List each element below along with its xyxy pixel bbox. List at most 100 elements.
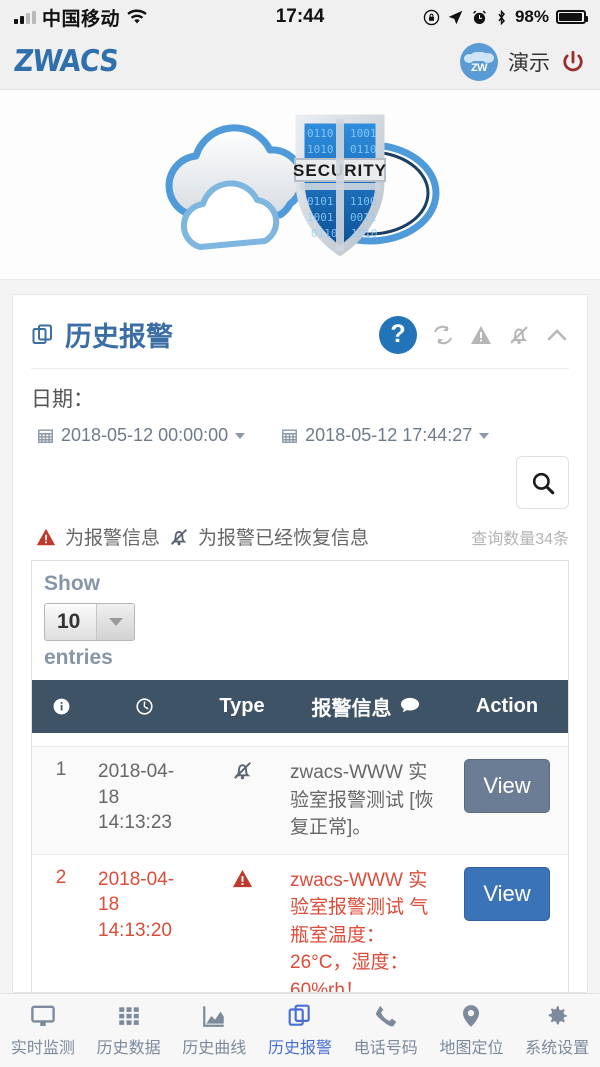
page-size-value: 10	[57, 610, 81, 634]
bell-slash-icon[interactable]	[507, 323, 531, 347]
chart-area-icon	[203, 1006, 225, 1027]
location-arrow-icon	[448, 10, 463, 24]
view-button[interactable]: View	[464, 866, 550, 921]
row-date: 2018-04-18	[98, 868, 175, 916]
row-message: zwacs-WWW 实验室报警测试 气瓶室温度：26°C，湿度：60%rh！	[286, 854, 446, 992]
phone-icon	[375, 1005, 397, 1027]
tab-label: 系统设置	[525, 1040, 590, 1057]
row-type	[198, 746, 286, 855]
power-icon[interactable]	[560, 49, 586, 75]
tab-label: 地图定位	[439, 1040, 504, 1057]
date-start-picker[interactable]: 2018-05-12 00:00:00	[37, 425, 246, 446]
tab-realtime-monitor[interactable]: 实时监测	[0, 1003, 86, 1058]
table-row[interactable]: 1 2018-04-18 14:13:23 zwacs-WWW 实验室报警测试 …	[32, 746, 568, 855]
tab-label: 历史报警	[268, 1040, 333, 1057]
table-head: Type 报警信息 Action	[32, 679, 568, 733]
alarm-table-element: Type 报警信息 Action 1 2018-04-18 14:13:23 z…	[32, 679, 568, 992]
svg-text:1001: 1001	[350, 127, 377, 140]
table-body: 1 2018-04-18 14:13:23 zwacs-WWW 实验室报警测试 …	[32, 732, 568, 992]
col-id[interactable]	[32, 679, 90, 733]
filter-panel: 日期： 2018-05-12 00:00:00 2018-05-12 17:44…	[13, 369, 587, 446]
status-right: 98%	[423, 7, 588, 27]
phone-screen: 中国移动 17:44 98% ZWACS ZW 演示 0110 1001 101…	[0, 0, 600, 1067]
col-time[interactable]	[90, 679, 198, 733]
gear-icon	[548, 1006, 567, 1025]
col-action[interactable]: Action	[446, 679, 568, 733]
date-end-picker[interactable]: 2018-05-12 17:44:27	[281, 425, 490, 446]
legend-recovered-label: 为报警已经恢复信息	[198, 528, 370, 549]
wifi-icon	[127, 9, 147, 24]
tab-history-alarm[interactable]: 历史报警	[257, 1003, 343, 1058]
copy-icon	[32, 324, 52, 344]
avatar[interactable]: ZW	[460, 42, 498, 81]
help-button[interactable]: ?	[379, 315, 417, 354]
row-clock: 14:13:23	[98, 812, 172, 834]
tab-history-curve[interactable]: 历史曲线	[171, 1003, 257, 1058]
tab-phone-number[interactable]: 电话号码	[343, 1003, 429, 1058]
battery-percent: 98%	[514, 7, 549, 26]
svg-text:0110: 0110	[311, 227, 338, 240]
tab-label: 实时监测	[10, 1040, 75, 1057]
svg-text:0101: 0101	[307, 195, 334, 208]
show-label: Show	[44, 572, 100, 595]
svg-text:0011: 0011	[350, 211, 377, 224]
refresh-icon[interactable]	[431, 323, 455, 347]
cloud-security-image: 0110 1001 1010 0110 0101 1100 1001 0011 0110…	[165, 114, 440, 256]
date-start-value: 2018-05-12 00:00:00	[61, 425, 229, 445]
bluetooth-icon	[498, 9, 505, 25]
svg-text:0110: 0110	[350, 143, 377, 156]
table-row[interactable]: 2 2018-04-18 14:13:20 zwacs-WWW 实验室报警测试 …	[32, 854, 568, 992]
tab-history-data[interactable]: 历史数据	[86, 1003, 172, 1058]
bell-slash-icon	[233, 762, 251, 780]
clock-icon	[135, 698, 153, 715]
row-clock: 14:13:20	[98, 919, 172, 941]
warning-triangle-icon	[232, 869, 252, 887]
app-header: ZWACS ZW 演示	[0, 34, 600, 90]
comment-icon	[400, 697, 419, 713]
app-header-right: ZW 演示	[460, 42, 586, 81]
tab-label: 历史数据	[96, 1040, 161, 1057]
hero-banner: 0110 1001 1010 0110 0101 1100 1001 0011 0110…	[0, 90, 600, 280]
search-icon	[532, 472, 554, 494]
chevron-up-icon[interactable]	[545, 323, 569, 347]
signal-strength-icon	[14, 10, 36, 24]
date-filter-label: 日期：	[31, 388, 94, 411]
chevron-down-icon[interactable]	[96, 604, 135, 641]
tab-system-settings[interactable]: 系统设置	[514, 1003, 600, 1058]
col-type[interactable]: Type	[198, 679, 286, 733]
carrier-label: 中国移动	[42, 8, 121, 30]
date-range-row: 2018-05-12 00:00:00 2018-05-12 17:44:27	[31, 425, 569, 446]
history-alarm-card: 历史报警 ? 日期： 2018-05-12 00:00:00 2018-05-1…	[12, 294, 588, 993]
legend: 为报警信息 为报警已经恢复信息 查询数量34条	[13, 509, 587, 560]
bell-slash-icon	[171, 528, 187, 545]
table-header-row: Type 报警信息 Action	[32, 679, 568, 733]
col-message-label: 报警信息	[311, 697, 392, 720]
page-title-text: 历史报警	[65, 322, 173, 352]
row-id: 1	[32, 746, 90, 855]
alarm-table: Show 10 entries Type 报警信息 Action 1 2018-…	[31, 560, 569, 992]
svg-text:1001: 1001	[307, 211, 334, 224]
svg-text:1100: 1100	[350, 195, 377, 208]
info-circle-icon	[53, 698, 69, 715]
brand-logo[interactable]: ZWACS	[12, 44, 119, 79]
row-message: zwacs-WWW 实验室报警测试 [恢复正常]。	[286, 746, 446, 855]
warning-triangle-icon[interactable]	[469, 323, 493, 347]
page-size-select[interactable]: 10	[44, 603, 136, 642]
monitor-icon	[31, 1005, 55, 1026]
status-left: 中国移动	[14, 4, 148, 31]
battery-icon	[556, 10, 588, 24]
grid-icon	[118, 1007, 139, 1025]
cloud-shape-icon	[464, 51, 494, 63]
view-button[interactable]: View	[464, 759, 550, 813]
row-action: View	[446, 854, 568, 992]
legend-alarm-label: 为报警信息	[65, 528, 161, 549]
page-size-control: Show 10 entries	[32, 561, 568, 680]
page-title: 历史报警	[31, 315, 173, 354]
card-header: 历史报警 ?	[13, 295, 587, 368]
search-row	[13, 446, 587, 509]
col-message[interactable]: 报警信息	[286, 679, 446, 733]
row-action: View	[446, 746, 568, 855]
search-button[interactable]	[516, 456, 569, 509]
svg-text:1010: 1010	[351, 227, 378, 240]
tab-map-location[interactable]: 地图定位	[429, 1003, 515, 1058]
